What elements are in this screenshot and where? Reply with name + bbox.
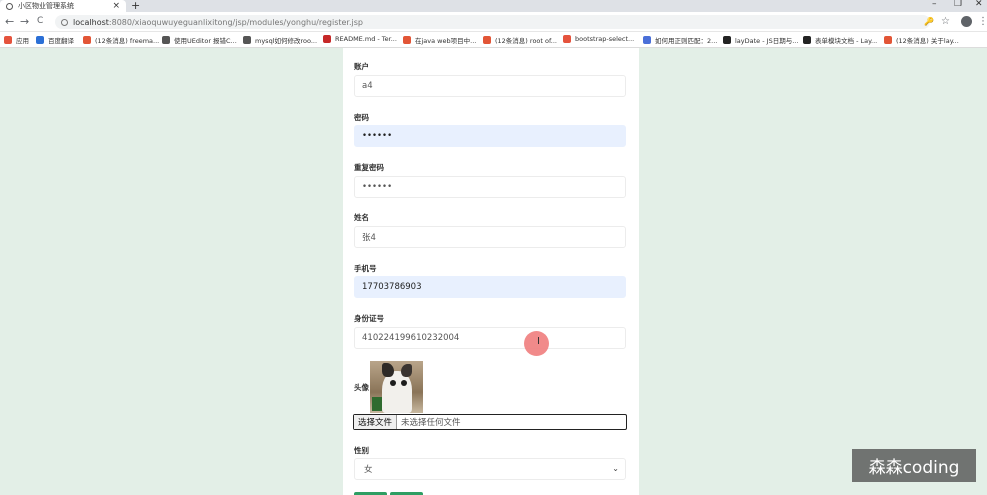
account-input[interactable]: a4: [354, 75, 626, 97]
bookmark-item[interactable]: README.md - Ter...: [323, 35, 397, 43]
image-corner-mark: [372, 397, 382, 411]
bookmark-label: mysql如何修改roo...: [255, 37, 318, 45]
cat-right-eye: [401, 380, 407, 386]
bookmark-item[interactable]: 应用: [4, 35, 29, 45]
gender-label: 性别: [354, 446, 369, 455]
bookmark-label: layDate - JS日期与...: [735, 37, 799, 45]
bookmark-item[interactable]: bootstrap-select...: [563, 35, 634, 43]
restore-icon[interactable]: ❐: [954, 0, 962, 9]
new-tab-icon[interactable]: +: [131, 0, 140, 12]
bookmark-label: 应用: [16, 37, 29, 45]
bookmark-favicon-icon: [884, 36, 892, 44]
url-host: localhost: [73, 17, 109, 27]
bookmark-favicon-icon: [483, 36, 491, 44]
bookmark-label: (12条消息) freema...: [95, 37, 160, 45]
avatar-file-input[interactable]: 选择文件 未选择任何文件: [353, 414, 627, 430]
minimize-icon[interactable]: –: [932, 0, 937, 9]
reload-icon[interactable]: C: [37, 16, 43, 26]
password-label: 密码: [354, 113, 369, 122]
bookmarks-bar: 应用 百度翻译 (12条消息) freema... 使用UEditor 报错C... m…: [0, 32, 987, 48]
id-number-input[interactable]: 410224199610232004: [354, 327, 626, 349]
bookmark-favicon-icon: [723, 36, 731, 44]
bookmark-label: 使用UEditor 报错C...: [174, 37, 237, 45]
bookmark-item[interactable]: 使用UEditor 报错C...: [162, 35, 237, 45]
apps-grid-icon: [4, 36, 12, 44]
repeat-password-label: 重复密码: [354, 163, 384, 172]
cat-left-patch: [382, 363, 394, 377]
url-path: :8080/xiaoquwuyeguanlixitong/jsp/modules…: [108, 17, 363, 27]
cat-right-patch: [401, 364, 412, 377]
no-file-text: 未选择任何文件: [401, 418, 461, 428]
bookmark-label: 百度翻译: [48, 37, 74, 45]
text-cursor-icon: I: [537, 336, 540, 347]
browser-toolbar: ← → C localhost:8080/xiaoquwuyeguanlixit…: [0, 12, 987, 32]
choose-file-button[interactable]: 选择文件: [354, 415, 398, 429]
tab-close-icon[interactable]: ×: [112, 1, 120, 11]
address-bar[interactable]: localhost:8080/xiaoquwuyeguanlixitong/js…: [55, 15, 930, 29]
bookmark-label: 如何用正则匹配：2...: [655, 37, 718, 45]
bookmark-favicon-icon: [563, 35, 571, 43]
gender-select[interactable]: 女 ⌄: [354, 458, 626, 480]
tab-title: 小区物业管理系统: [18, 2, 74, 10]
browser-tab[interactable]: 小区物业管理系统 ×: [0, 0, 126, 12]
bookmark-favicon-icon: [162, 36, 170, 44]
cat-left-eye: [390, 380, 396, 386]
avatar-preview-image: [370, 361, 423, 413]
gender-selected-value: 女: [364, 465, 373, 475]
bookmark-favicon-icon: [323, 35, 331, 43]
profile-avatar-icon[interactable]: [961, 16, 972, 27]
bookmark-item[interactable]: 如何用正则匹配：2...: [643, 35, 717, 45]
close-window-icon[interactable]: ✕: [975, 0, 983, 9]
bookmark-label: 在java web项目中...: [415, 37, 477, 45]
register-form: 账户 a4 密码 •••••• 重复密码 •••••• 姓名 张4 手机号 17…: [343, 48, 639, 495]
bookmark-favicon-icon: [243, 36, 251, 44]
bookmark-favicon-icon: [83, 36, 91, 44]
bookmark-label: (12条消息) 关于lay...: [896, 37, 959, 45]
bookmark-star-icon[interactable]: ☆: [941, 16, 950, 27]
cat-body: [382, 371, 412, 413]
bookmark-favicon-icon: [643, 36, 651, 44]
bookmark-item[interactable]: 百度翻译: [36, 35, 74, 45]
bookmark-item[interactable]: 表单模块文档 - Lay...: [803, 35, 877, 45]
bookmark-item[interactable]: (12条消息) freema...: [83, 35, 159, 45]
account-label: 账户: [354, 62, 369, 71]
bookmark-item[interactable]: (12条消息) 关于lay...: [884, 35, 959, 45]
forward-icon[interactable]: →: [20, 15, 29, 28]
bookmark-label: 表单模块文档 - Lay...: [815, 37, 878, 45]
menu-icon[interactable]: ⋮: [978, 16, 987, 27]
repeat-password-input[interactable]: ••••••: [354, 176, 626, 198]
phone-input[interactable]: 17703786903: [354, 276, 626, 298]
phone-label: 手机号: [354, 264, 377, 273]
site-favicon-icon: [6, 2, 13, 10]
bookmark-item[interactable]: layDate - JS日期与...: [723, 35, 798, 45]
tab-strip: 小区物业管理系统 × + – ❐ ✕: [0, 0, 987, 12]
name-input[interactable]: 张4: [354, 226, 626, 248]
bookmark-item[interactable]: 在java web项目中...: [403, 35, 476, 45]
bookmark-item[interactable]: mysql如何修改roo...: [243, 35, 317, 45]
bookmark-label: (12条消息) root of...: [495, 37, 557, 45]
name-label: 姓名: [354, 213, 369, 222]
id-number-label: 身份证号: [354, 314, 384, 323]
bookmark-favicon-icon: [403, 36, 411, 44]
bookmark-label: README.md - Ter...: [335, 35, 397, 43]
bookmark-label: bootstrap-select...: [575, 35, 635, 43]
avatar-label: 头像: [354, 383, 369, 392]
chevron-down-icon: ⌄: [612, 464, 619, 473]
bookmark-favicon-icon: [36, 36, 44, 44]
key-icon[interactable]: 🔑: [924, 17, 934, 26]
bookmark-favicon-icon: [803, 36, 811, 44]
password-input[interactable]: ••••••: [354, 125, 626, 147]
back-icon[interactable]: ←: [5, 15, 14, 28]
bookmark-item[interactable]: (12条消息) root of...: [483, 35, 557, 45]
info-icon[interactable]: [61, 18, 68, 26]
watermark: 森森coding: [852, 449, 976, 482]
